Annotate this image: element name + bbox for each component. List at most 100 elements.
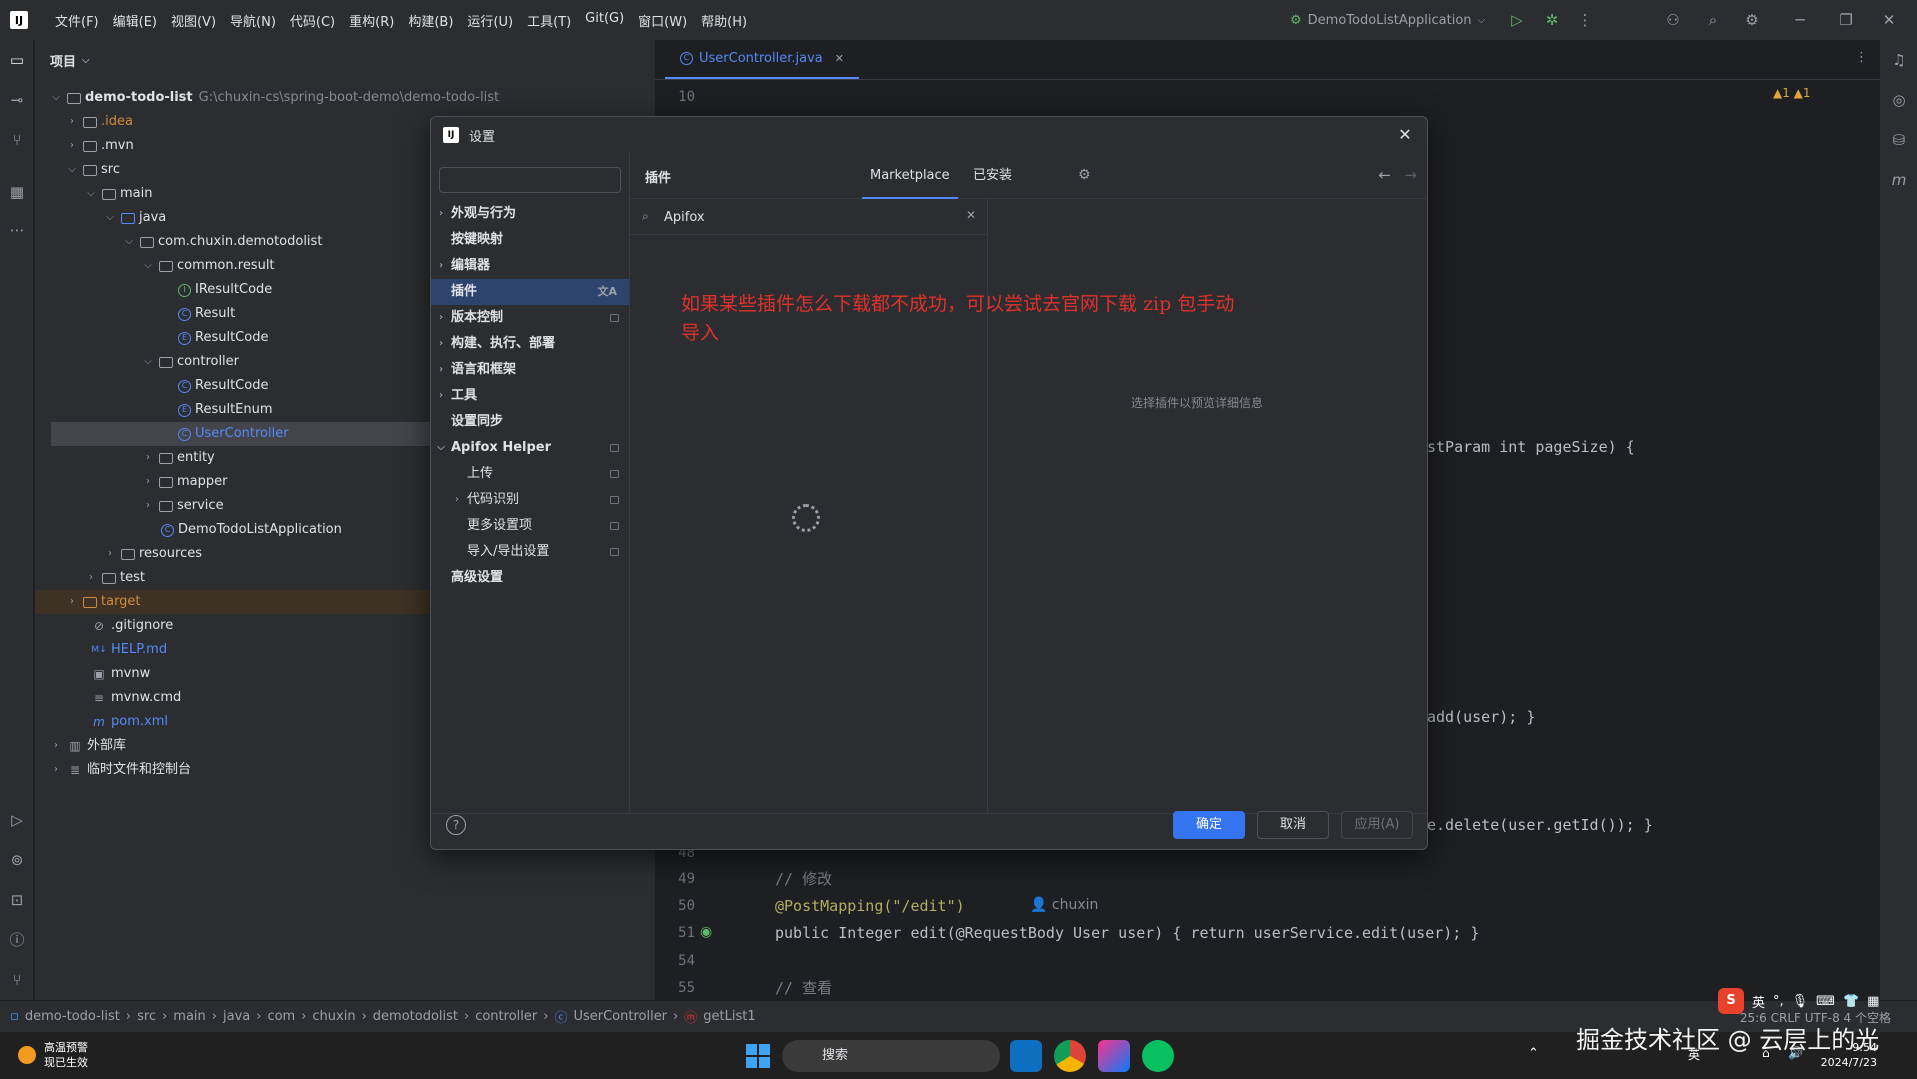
code-line[interactable]: stParam int pageSize) { [1427, 436, 1635, 458]
restore-icon[interactable]: ❐ [1837, 11, 1855, 29]
project-panel-header[interactable]: 项目 ⌵ [35, 40, 655, 80]
close-icon[interactable]: ✕ [1880, 11, 1898, 29]
nav-upload[interactable]: 上传 [431, 461, 629, 487]
tree-item-package[interactable]: ⌵ com.chuxin.demotodolist [122, 230, 322, 254]
tree-item-root[interactable]: ⌵ demo-todo-list G:\chuxin-cs\spring-boo… [49, 86, 499, 110]
tree-item-service[interactable]: › service [141, 494, 224, 518]
database-icon[interactable]: ⛁ [1889, 130, 1909, 150]
tree-item-iresultcode[interactable]: I IResultCode [174, 278, 272, 302]
notifications-icon[interactable]: ♫ [1889, 50, 1909, 70]
nav-code-recognition[interactable]: › 代码识别 [431, 487, 629, 513]
breadcrumb-item[interactable]: UserController [573, 1009, 667, 1024]
minimize-icon[interactable]: ─ [1791, 11, 1809, 29]
punctuation-icon[interactable]: °, [1773, 994, 1784, 1009]
maven-icon[interactable]: m [1889, 170, 1909, 190]
ai-assistant-icon[interactable]: ◎ [1889, 90, 1909, 110]
tree-item-mvnw-cmd[interactable]: ≡ mvnw.cmd [87, 686, 181, 710]
more-tools-icon[interactable]: ⋯ [7, 220, 27, 240]
menu-window[interactable]: 窗口(W) [631, 11, 694, 30]
intellij-icon[interactable] [1098, 1040, 1130, 1072]
wechat-icon[interactable] [1142, 1040, 1174, 1072]
taskbar-search-box[interactable]: 搜索 [782, 1040, 1000, 1072]
breadcrumb-item[interactable]: src [137, 1009, 156, 1024]
tree-item-result[interactable]: C Result [174, 302, 235, 326]
nav-appearance[interactable]: › 外观与行为 [431, 201, 629, 227]
menu-run[interactable]: 运行(U) [460, 11, 520, 30]
menu-navigate[interactable]: 导航(N) [223, 11, 283, 30]
tree-item-mvnw[interactable]: ▣ mvnw [87, 662, 150, 686]
breadcrumb-item[interactable]: demotodolist [373, 1009, 458, 1024]
ime-mode[interactable]: 英 [1752, 992, 1765, 1011]
breadcrumb-item[interactable]: main [173, 1009, 205, 1024]
breadcrumb-item[interactable]: java [223, 1009, 250, 1024]
breadcrumb-item[interactable]: getList1 [703, 1009, 755, 1024]
tree-item-resultcode-2[interactable]: C ResultCode [174, 374, 268, 398]
add-user-icon[interactable]: ⚇ [1664, 11, 1682, 29]
tree-item-application[interactable]: C DemoTodoListApplication [157, 518, 342, 542]
nav-plugins[interactable]: 插件 文A [431, 279, 629, 305]
tab-marketplace[interactable]: Marketplace [862, 153, 958, 199]
tree-item-help-md[interactable]: M↓ HELP.md [87, 638, 167, 662]
vscode-icon[interactable] [1010, 1040, 1042, 1072]
help-button[interactable]: ? [446, 815, 466, 835]
nav-languages[interactable]: › 语言和框架 [431, 357, 629, 383]
pull-request-icon[interactable]: ⑂ [7, 130, 27, 150]
menu-tools[interactable]: 工具(T) [520, 11, 578, 30]
tree-item-pom-xml[interactable]: m pom.xml [87, 710, 168, 734]
tree-item-resources[interactable]: › resources [103, 542, 202, 566]
gear-icon[interactable]: ⚙ [1743, 11, 1761, 29]
tree-item-resultenum[interactable]: E ResultEnum [174, 398, 273, 422]
settings-search-input[interactable] [439, 167, 621, 193]
code-line[interactable]: e.delete(user.getId()); } [1427, 814, 1653, 836]
tree-item-usercontroller[interactable]: C UserController [51, 422, 446, 446]
tree-item-external-libs[interactable]: › ▥ 外部库 [49, 734, 126, 758]
commit-icon[interactable]: ⊸ [7, 90, 27, 110]
nav-editor[interactable]: › 编辑器 [431, 253, 629, 279]
run-icon[interactable]: ▷ [1508, 11, 1526, 29]
arrow-left-icon[interactable]: ← [1378, 166, 1391, 184]
tree-item-controller[interactable]: ⌵ controller [141, 350, 239, 374]
tree-item-resultcode[interactable]: E ResultCode [174, 326, 268, 350]
close-icon[interactable]: ✕ [1395, 125, 1415, 145]
tree-item-test[interactable]: › test [84, 566, 145, 590]
sogou-ime-icon[interactable]: S [1718, 988, 1744, 1014]
code-line[interactable]: // 修改 [775, 868, 832, 890]
run-tool-icon[interactable]: ▷ [7, 810, 27, 830]
tab-installed[interactable]: 已安装 [973, 153, 1012, 199]
tree-item-mvn[interactable]: › .mvn [65, 134, 134, 158]
nav-vcs[interactable]: › 版本控制 [431, 305, 629, 331]
tree-item-entity[interactable]: › entity [141, 446, 215, 470]
weather-widget[interactable]: 高温预警 现已生效 [18, 1040, 88, 1070]
ok-button[interactable]: 确定 [1173, 811, 1245, 839]
problems-icon[interactable]: ⓘ [7, 930, 27, 950]
services-icon[interactable]: ⊚ [7, 850, 27, 870]
menu-file[interactable]: 文件(F) [48, 11, 106, 30]
git-icon[interactable]: ⑂ [7, 970, 27, 990]
cancel-button[interactable]: 取消 [1257, 811, 1329, 839]
code-line[interactable]: @PostMapping("/edit") [775, 895, 965, 917]
tree-item-main[interactable]: ⌵ main [84, 182, 152, 206]
grid-icon[interactable]: ▦ [1867, 994, 1879, 1009]
menu-git[interactable]: Git(G) [578, 11, 631, 30]
code-line[interactable]: // 查看 [775, 977, 832, 999]
chrome-icon[interactable] [1054, 1040, 1086, 1072]
tab-usercontroller[interactable]: C UserController.java ✕ [665, 39, 859, 79]
tree-item-target[interactable]: › target [35, 590, 430, 614]
nav-import-export[interactable]: 导入/导出设置 [431, 539, 629, 565]
code-line[interactable]: public Integer edit(@RequestBody User us… [775, 922, 1479, 944]
tray-chevron-up-icon[interactable]: ⌃ [1528, 1046, 1539, 1061]
clear-icon[interactable]: ✕ [966, 208, 976, 222]
nav-keymap[interactable]: 按键映射 [431, 227, 629, 253]
breadcrumb-item[interactable]: demo-todo-list [25, 1009, 120, 1024]
breadcrumb-item[interactable]: chuxin [312, 1009, 355, 1024]
more-icon[interactable]: ⋮ [1576, 11, 1594, 29]
tree-item-scratches[interactable]: › ≣ 临时文件和控制台 [49, 758, 191, 782]
terminal-icon[interactable]: ⊡ [7, 890, 27, 910]
structure-icon[interactable]: ▦ [7, 182, 27, 202]
nav-tools[interactable]: › 工具 [431, 383, 629, 409]
inspection-warnings[interactable]: ▲1 ▲1 [1773, 86, 1811, 100]
menu-view[interactable]: 视图(V) [164, 11, 223, 30]
windows-start-icon[interactable] [746, 1044, 770, 1068]
tree-item-common-result[interactable]: ⌵ common.result [141, 254, 274, 278]
nav-advanced[interactable]: 高级设置 [431, 565, 629, 591]
